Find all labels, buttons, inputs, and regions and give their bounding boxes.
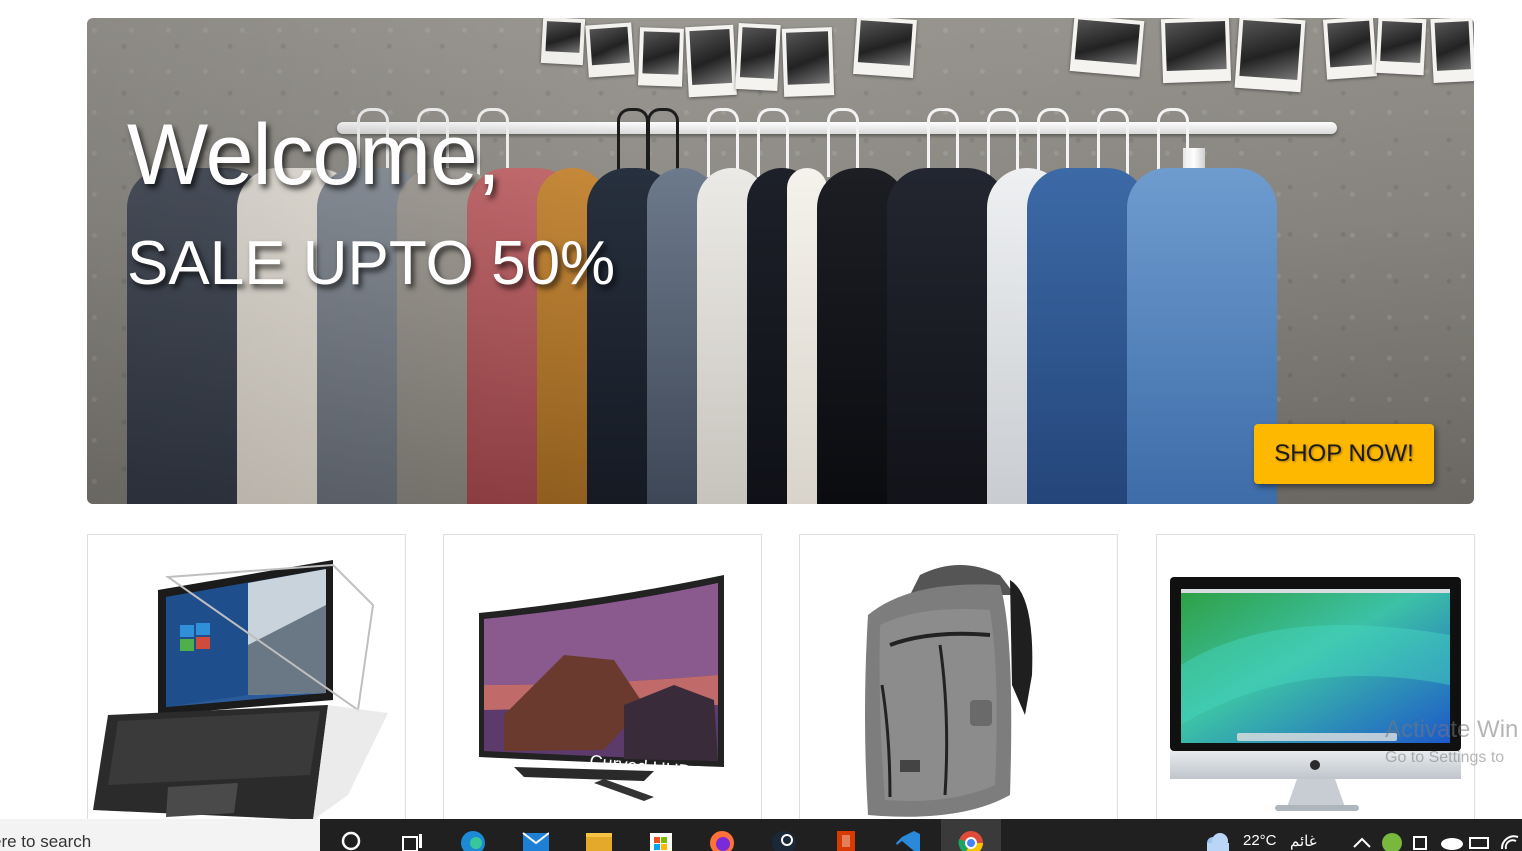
backpack-image [865,565,1033,817]
weather-description: غائم [1290,833,1317,850]
product-card-backpack[interactable] [799,534,1118,836]
file-explorer-icon[interactable] [584,829,612,851]
mail-icon[interactable] [521,829,549,851]
product-card-imac[interactable] [1156,534,1475,836]
hero-title: Welcome, [127,107,501,203]
chrome-icon[interactable] [957,829,985,851]
edge-icon[interactable] [459,829,487,851]
utorrent-icon[interactable] [1378,829,1406,851]
weather-temperature: 22°C [1243,832,1277,849]
taskbar-search-box[interactable]: ere to search [0,819,320,851]
office-icon[interactable] [832,829,860,851]
hero-subtitle: SALE UPTO 50% [127,229,616,298]
taskbar: ere to search 22°C غائم [0,819,1522,851]
meet-now-icon[interactable] [1408,829,1436,851]
product-card-laptop[interactable] [87,534,406,836]
vscode-icon[interactable] [894,829,922,851]
battery-icon[interactable] [1466,829,1494,851]
onedrive-icon[interactable] [1438,829,1466,851]
product-card-tv[interactable]: Curved UHD TV [443,534,762,836]
taskbar-search-placeholder: ere to search [0,832,92,851]
wifi-icon[interactable] [1496,829,1522,851]
store-icon[interactable] [646,829,674,851]
activation-watermark-title: Activate Win [1385,716,1519,743]
steam-icon[interactable] [770,829,798,851]
activation-watermark-subtitle: Go to Settings to [1385,749,1505,766]
shop-now-button[interactable]: SHOP NOW! [1254,424,1434,484]
tv-image: Curved UHD TV [479,575,724,801]
firefox-icon[interactable] [708,829,736,851]
search-icon[interactable] [338,829,366,851]
laptop-image [93,560,388,820]
chevron-up-icon[interactable] [1348,829,1376,851]
desktop-computer-image [1170,577,1461,811]
hero-banner: Welcome, SALE UPTO 50% SHOP NOW! [87,18,1474,504]
task-view-icon[interactable] [398,829,426,851]
weather-cloud-icon[interactable] [1203,829,1231,851]
